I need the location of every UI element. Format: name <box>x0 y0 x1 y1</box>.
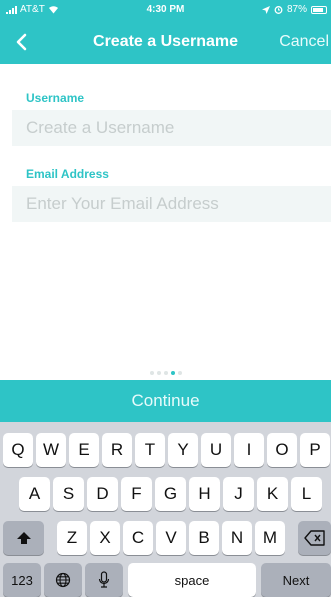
shift-key[interactable] <box>3 521 44 555</box>
key-z[interactable]: Z <box>57 521 87 555</box>
key-r[interactable]: R <box>102 433 132 467</box>
status-bar: AT&T 4:30 PM 87% <box>0 0 331 20</box>
page-indicator <box>0 371 331 375</box>
key-e[interactable]: E <box>69 433 99 467</box>
key-f[interactable]: F <box>121 477 152 511</box>
key-g[interactable]: G <box>155 477 186 511</box>
battery-percent: 87% <box>286 4 307 15</box>
microphone-icon <box>98 571 110 588</box>
globe-key[interactable] <box>44 563 82 597</box>
space-key[interactable]: space <box>128 563 256 597</box>
nav-bar: Create a Username Cancel <box>0 20 331 64</box>
page-dot <box>149 371 154 375</box>
cancel-button[interactable]: Cancel <box>279 33 329 51</box>
keyboard: Q W E R T Y U I O P A S D F G H J K L Z … <box>0 422 331 597</box>
next-key[interactable]: Next <box>261 563 331 597</box>
key-q[interactable]: Q <box>3 433 33 467</box>
key-n[interactable]: N <box>222 521 252 555</box>
battery-icon <box>311 5 327 14</box>
key-s[interactable]: S <box>53 477 84 511</box>
key-i[interactable]: I <box>234 433 264 467</box>
username-input[interactable] <box>12 110 331 146</box>
key-t[interactable]: T <box>135 433 165 467</box>
globe-icon <box>55 572 71 588</box>
key-o[interactable]: O <box>267 433 297 467</box>
page-dot <box>163 371 168 375</box>
backspace-icon <box>303 530 325 546</box>
key-b[interactable]: B <box>189 521 219 555</box>
dictation-key[interactable] <box>85 563 123 597</box>
continue-button[interactable]: Continue <box>0 380 331 422</box>
content-area <box>12 227 331 379</box>
page-dot <box>156 371 161 375</box>
key-v[interactable]: V <box>156 521 186 555</box>
key-y[interactable]: Y <box>168 433 198 467</box>
email-input[interactable] <box>12 186 331 222</box>
numbers-key[interactable]: 123 <box>3 563 41 597</box>
key-u[interactable]: U <box>201 433 231 467</box>
key-x[interactable]: X <box>90 521 120 555</box>
key-p[interactable]: P <box>300 433 330 467</box>
page-dot <box>177 371 182 375</box>
key-m[interactable]: M <box>255 521 285 555</box>
key-j[interactable]: J <box>223 477 254 511</box>
alarm-icon <box>274 6 283 14</box>
page-dot-active <box>170 371 175 375</box>
key-k[interactable]: K <box>257 477 288 511</box>
key-h[interactable]: H <box>189 477 220 511</box>
delete-key[interactable] <box>298 521 331 555</box>
key-w[interactable]: W <box>36 433 66 467</box>
key-a[interactable]: A <box>19 477 50 511</box>
shift-icon <box>16 532 31 544</box>
key-d[interactable]: D <box>87 477 118 511</box>
username-label: Username <box>26 91 85 105</box>
key-c[interactable]: C <box>123 521 153 555</box>
key-l[interactable]: L <box>291 477 322 511</box>
location-icon <box>261 5 270 14</box>
email-label: Email Address <box>26 167 109 181</box>
